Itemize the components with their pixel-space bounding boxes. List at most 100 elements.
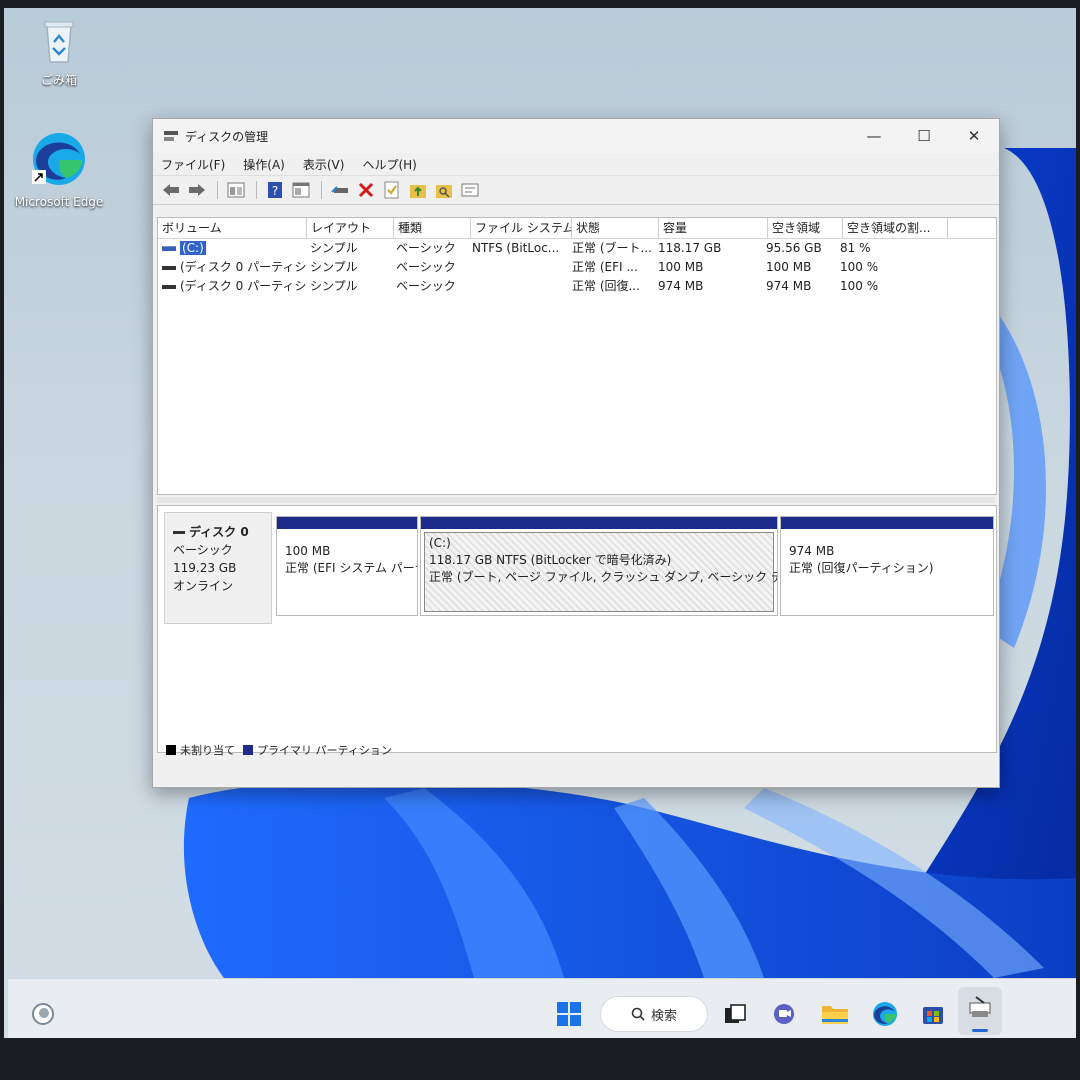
check-icon	[384, 181, 399, 199]
toolbar-separator	[321, 181, 322, 199]
taskbar-search[interactable]: 検索	[600, 996, 708, 1032]
capacity-cell: 100 MB	[658, 260, 704, 274]
column-header-layout[interactable]: レイアウト	[307, 218, 394, 238]
minimize-button[interactable]: —	[849, 119, 899, 153]
toolbar-separator	[217, 181, 218, 199]
console-button[interactable]	[289, 179, 313, 201]
disk-0-info[interactable]: ディスク 0 ベーシック 119.23 GB オンライン	[164, 512, 272, 624]
status-cell: 正常 (回復...	[572, 279, 640, 293]
view-button[interactable]	[224, 179, 248, 201]
partition-efi[interactable]: 100 MB 正常 (EFI システム パーテ	[276, 516, 418, 616]
maximize-button[interactable]: ☐	[899, 119, 949, 153]
properties-icon	[461, 183, 479, 197]
partition-c-drive[interactable]: (C:) 118.17 GB NTFS (BitLocker で暗号化済み) 正…	[420, 516, 778, 616]
properties-button[interactable]	[458, 179, 482, 201]
help-button[interactable]: ?	[263, 179, 287, 201]
column-header-free-space[interactable]: 空き領域	[768, 218, 843, 238]
legend: 未割り当て プライマリ パーティション	[166, 742, 400, 758]
disk-name: ディスク 0	[189, 525, 249, 539]
disk-icon	[173, 531, 185, 534]
console-icon	[292, 182, 310, 198]
column-header-volume[interactable]: ボリューム	[158, 218, 307, 238]
status-cell: 正常 (EFI ...	[572, 260, 638, 274]
volume-name: (ディスク 0 パーティショ...	[180, 279, 306, 293]
window-title: ディスクの管理	[185, 129, 269, 144]
active-indicator	[972, 1029, 988, 1032]
free-space-cell: 95.56 GB	[766, 241, 822, 255]
toolbar-separator	[256, 181, 257, 199]
partition-size: 100 MB	[285, 544, 331, 558]
column-header-capacity[interactable]: 容量	[659, 218, 768, 238]
status-bar	[153, 757, 999, 787]
forward-button[interactable]	[185, 179, 209, 201]
volume-icon	[162, 265, 176, 270]
percent-free-cell: 100 %	[840, 260, 879, 274]
task-view-button[interactable]	[720, 999, 750, 1029]
disk-management-icon	[164, 131, 178, 141]
svg-text:?: ?	[272, 184, 278, 198]
volume-icon	[162, 284, 176, 289]
percent-free-cell: 81 %	[840, 241, 871, 255]
view-icon	[227, 182, 245, 198]
edge-icon	[873, 1002, 897, 1026]
desktop-icon-edge[interactable]: Microsoft Edge	[4, 130, 114, 209]
volume-list-header: ボリューム レイアウト 種類 ファイル システム 状態 容量 空き領域 空き領域…	[158, 218, 996, 239]
column-header-filesystem[interactable]: ファイル システム	[471, 218, 572, 238]
pane-splitter[interactable]	[157, 497, 995, 503]
menu-file[interactable]: ファイル(F)	[161, 156, 225, 173]
column-header-percent-free[interactable]: 空き領域の割...	[843, 218, 948, 238]
type-cell: ベーシック	[396, 279, 456, 293]
type-cell: ベーシック	[396, 260, 456, 274]
check-button[interactable]	[380, 179, 404, 201]
menu-action[interactable]: 操作(A)	[243, 156, 285, 173]
menu-view[interactable]: 表示(V)	[303, 156, 345, 173]
connect-drive-button[interactable]	[328, 179, 352, 201]
back-arrow-icon	[163, 184, 179, 196]
free-space-cell: 100 MB	[766, 260, 812, 274]
back-button[interactable]	[159, 179, 183, 201]
capacity-cell: 118.17 GB	[658, 241, 722, 255]
legend-swatch-primary	[243, 745, 253, 755]
volume-cell: (C:)	[158, 239, 306, 258]
task-view-icon	[725, 1004, 746, 1023]
close-button[interactable]: ✕	[949, 119, 999, 153]
title-bar[interactable]: ディスクの管理 — ☐ ✕	[153, 119, 999, 153]
column-header-status[interactable]: 状態	[572, 218, 659, 238]
disk-type: ベーシック	[173, 543, 233, 557]
partition-bar	[781, 517, 993, 529]
filesystem-cell	[468, 258, 568, 277]
folder-up-button[interactable]	[406, 179, 430, 201]
chat-button[interactable]	[770, 999, 800, 1029]
volume-name-selected: (C:)	[180, 241, 206, 255]
widgets-button[interactable]	[28, 999, 58, 1029]
disk-graphical-view: ディスク 0 ベーシック 119.23 GB オンライン 100 MB 正常 (…	[157, 505, 997, 757]
desktop-icon-label: Microsoft Edge	[14, 195, 104, 209]
file-explorer-icon	[822, 1006, 848, 1024]
volume-row[interactable]: (C:) シンプル ベーシック NTFS (BitLoc... 正常 (ブート.…	[158, 239, 996, 258]
search-folder-button[interactable]	[432, 179, 456, 201]
file-explorer-button[interactable]	[820, 999, 850, 1029]
disk-management-taskbar-button[interactable]	[958, 987, 1002, 1035]
partition-bar	[277, 517, 417, 529]
start-button[interactable]	[554, 999, 584, 1029]
disk-state: オンライン	[173, 579, 234, 593]
partition-recovery[interactable]: 974 MB 正常 (回復パーティション)	[780, 516, 994, 616]
edge-taskbar-button[interactable]	[870, 999, 900, 1029]
volume-row[interactable]: (ディスク 0 パーティショ... シンプル ベーシック 正常 (回復... 9…	[158, 277, 996, 296]
desktop-icon-label: ごみ箱	[40, 73, 77, 87]
partition-size: 974 MB	[789, 544, 835, 558]
layout-cell: シンプル	[310, 241, 358, 255]
column-header-type[interactable]: 種類	[394, 218, 471, 238]
layout-cell: シンプル	[310, 279, 358, 293]
store-button[interactable]	[918, 999, 948, 1029]
partition-status: 正常 (ブート, ページ ファイル, クラッシュ ダンプ, ベーシック データ …	[429, 570, 777, 584]
volume-row[interactable]: (ディスク 0 パーティショ... シンプル ベーシック 正常 (EFI ...…	[158, 258, 996, 277]
search-folder-icon	[436, 185, 452, 198]
delete-button[interactable]	[354, 179, 378, 201]
help-icon: ?	[268, 182, 282, 198]
desktop-icon-recycle-bin[interactable]: ごみ箱	[4, 18, 114, 88]
type-cell: ベーシック	[396, 241, 456, 255]
volume-cell: (ディスク 0 パーティショ...	[158, 258, 306, 277]
status-cell: 正常 (ブート...	[572, 241, 652, 255]
menu-help[interactable]: ヘルプ(H)	[362, 156, 416, 173]
